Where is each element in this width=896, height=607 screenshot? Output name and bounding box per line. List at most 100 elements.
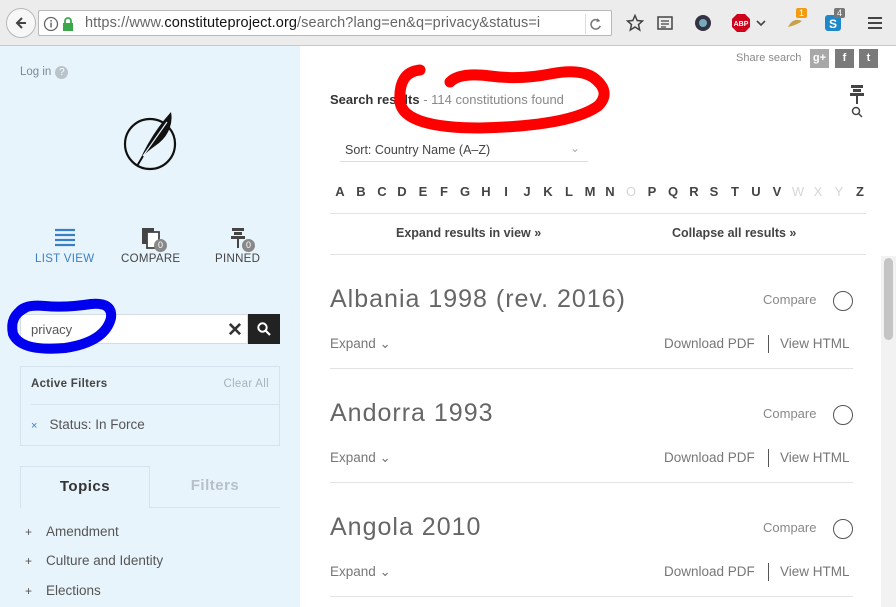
compare-label: COMPARE [121,253,181,265]
pinned-label: PINNED [215,253,261,265]
tab-topics[interactable]: Topics [20,466,150,508]
sidebar-tabs: Topics Filters [20,466,280,508]
clear-search-icon[interactable]: ✕ [227,319,243,342]
alpha-letter-h[interactable]: H [478,184,494,199]
list-view-icon [54,228,75,247]
alpha-letter-w: W [791,184,805,199]
topic-item-amendment[interactable]: + Amendment [25,524,119,539]
back-button[interactable] [6,8,36,38]
compare-label[interactable]: Compare [763,292,816,307]
search-input[interactable] [31,322,211,337]
bookmark-star-icon[interactable] [624,12,646,34]
back-arrow-icon [15,17,26,29]
clear-all-link[interactable]: Clear All [223,378,269,390]
alpha-letter-v[interactable]: V [769,184,785,199]
alpha-letter-m[interactable]: M [582,184,598,199]
tab-filters[interactable]: Filters [150,466,280,508]
extension-s-icon[interactable] [692,12,714,34]
result-title[interactable]: Albania 1998 (rev. 2016) [330,285,626,314]
download-pdf-link[interactable]: Download PDF [664,450,755,465]
info-icon[interactable] [43,16,59,32]
alpha-letter-b[interactable]: B [353,184,369,199]
alpha-letter-x: X [813,184,823,199]
constitute-logo-icon [123,112,177,171]
alphabet-filter: ABCDEFGHIJKLMNOPQRSTUVWXYZ [330,184,866,202]
alpha-letter-i[interactable]: I [498,184,514,199]
divider [330,213,866,214]
extension-skype-icon[interactable]: S 4 [822,8,846,34]
view-html-link[interactable]: View HTML [780,336,850,351]
alpha-letter-g[interactable]: G [457,184,473,199]
twitter-icon[interactable]: t [859,49,878,68]
compare-label[interactable]: Compare [763,520,816,535]
alpha-letter-a[interactable]: A [332,184,348,199]
facebook-icon[interactable]: f [835,49,854,68]
scrollbar-thumb[interactable] [884,258,893,340]
alpha-letter-p[interactable]: P [644,184,660,199]
help-icon[interactable]: ? [55,66,69,79]
alpha-letter-u[interactable]: U [748,184,764,199]
topic-item-elections[interactable]: + Elections [25,583,101,598]
url-text[interactable]: https://www.constituteproject.org/search… [85,15,540,31]
search-button[interactable] [248,314,280,344]
result-title[interactable]: Andorra 1993 [330,399,494,428]
divider [330,596,853,597]
list-view-label: LIST VIEW [35,253,95,265]
chevron-down-icon: ⌄ [569,141,580,155]
pinned-count-badge: 0 [242,239,255,252]
expand-results-link[interactable]: Expand results in view » [396,226,541,240]
download-pdf-link[interactable]: Download PDF [664,336,755,351]
alpha-letter-c[interactable]: C [374,184,390,199]
extension-badge: 4 [834,8,846,18]
compare-button[interactable]: COMPARE 0 [121,227,180,265]
url-bar[interactable]: https://www.constituteproject.org/search… [38,10,612,36]
chevron-down-icon[interactable] [754,12,768,34]
alpha-letter-f[interactable]: F [436,184,452,199]
alpha-letter-z[interactable]: Z [852,184,868,199]
reader-list-icon[interactable] [654,12,676,34]
pin-search-icon[interactable] [848,84,866,118]
reload-icon[interactable] [585,14,605,34]
view-html-link[interactable]: View HTML [780,564,850,579]
compare-label[interactable]: Compare [763,406,816,421]
download-pdf-link[interactable]: Download PDF [664,564,755,579]
alpha-letter-r[interactable]: R [686,184,702,199]
compare-checkbox[interactable] [833,519,853,539]
alpha-letter-l[interactable]: L [561,184,577,199]
search-icon [257,322,271,336]
lock-icon [63,17,73,31]
list-view-button[interactable]: LIST VIEW [35,227,94,265]
alpha-letter-t[interactable]: T [727,184,743,199]
remove-filter-icon[interactable]: × [31,420,37,432]
adblock-icon[interactable]: ABP [730,12,752,34]
sidebar: Log in? LIST VIEW COMPARE 0 PINNED 0 ✕ A… [0,46,300,607]
alpha-letter-j[interactable]: J [519,184,535,199]
login-link[interactable]: Log in? [20,66,69,79]
filter-label: Status: In Force [49,417,145,432]
alpha-letter-n[interactable]: N [602,184,618,199]
alpha-letter-o: O [625,184,637,199]
sort-select[interactable]: Sort: Country Name (A–Z) ⌄ [340,138,588,162]
alpha-letter-d[interactable]: D [394,184,410,199]
view-html-link[interactable]: View HTML [780,450,850,465]
extension-bird-icon[interactable]: 1 [784,8,808,34]
compare-checkbox[interactable] [833,291,853,311]
pinned-button[interactable]: PINNED 0 [215,227,260,265]
alpha-letter-k[interactable]: K [540,184,556,199]
result-title[interactable]: Angola 2010 [330,513,481,542]
search-box: ✕ [20,314,248,344]
hamburger-menu-icon[interactable] [864,12,886,34]
alpha-letter-e[interactable]: E [415,184,431,199]
topic-item-culture-and-identity[interactable]: + Culture and Identity [25,553,163,568]
compare-checkbox[interactable] [833,405,853,425]
collapse-results-link[interactable]: Collapse all results » [672,226,796,240]
svg-text:S: S [829,17,837,31]
divider [330,482,853,483]
alpha-letter-q[interactable]: Q [665,184,681,199]
alpha-letter-y: Y [834,184,844,199]
expand-link[interactable]: Expand ⌄ [330,336,391,352]
alpha-letter-s[interactable]: S [706,184,722,199]
expand-link[interactable]: Expand ⌄ [330,450,391,466]
google-plus-icon[interactable]: g+ [810,49,829,68]
expand-link[interactable]: Expand ⌄ [330,564,391,580]
